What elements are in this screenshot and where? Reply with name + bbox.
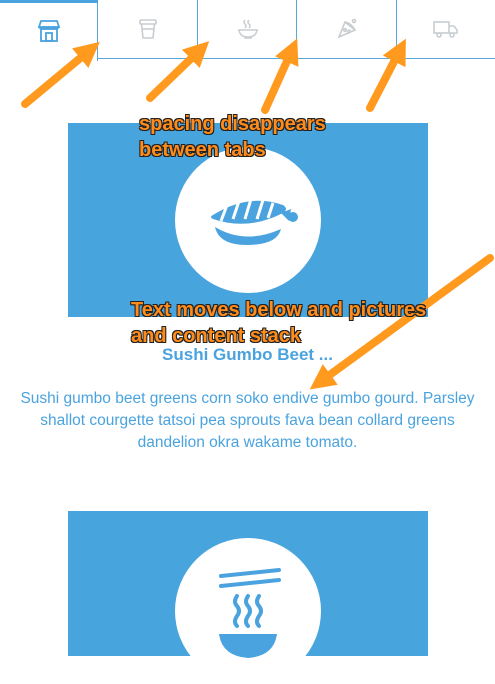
noodle-bowl-icon [219,568,281,658]
shop-icon [37,19,61,42]
icon-circle [175,147,321,293]
tab-cup[interactable] [98,0,198,58]
arrow-tab-3 [261,38,299,114]
card-description: Sushi gumbo beet greens corn soko endive… [20,390,475,451]
tab-pizza[interactable] [297,0,397,58]
sushi-icon [211,198,298,245]
card-image-noodles [68,511,428,684]
tab-bar [0,0,495,61]
annotation-content: Text moves below and pictures and conten… [131,299,427,347]
pizza-slice-icon [337,18,357,39]
tab-truck[interactable] [397,0,495,58]
cup-icon [139,19,157,39]
tab-shop[interactable] [0,0,98,61]
arrow-tab-1 [21,41,100,108]
bowl-icon [237,19,258,39]
icon-circle [175,538,321,684]
annotation-tabs: spacing disappears between tabs [139,113,326,161]
tab-bowl[interactable] [198,0,297,58]
truck-icon [433,21,458,38]
